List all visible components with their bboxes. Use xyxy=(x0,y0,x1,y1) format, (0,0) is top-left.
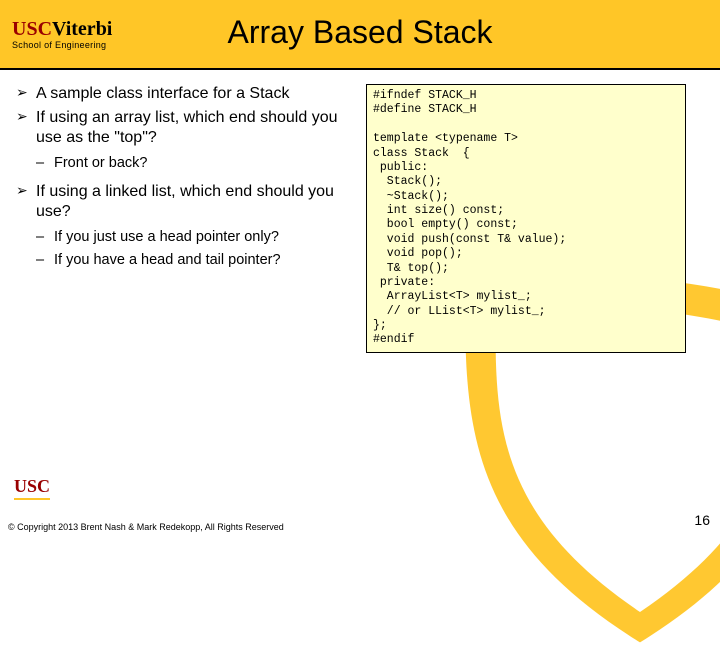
page-number: 16 xyxy=(694,512,710,528)
slide-title: Array Based Stack xyxy=(0,14,720,51)
bullet-2: If using an array list, which end should… xyxy=(16,108,356,174)
bullet-2-text: If using an array list, which end should… xyxy=(36,109,338,146)
copyright: © Copyright 2013 Brent Nash & Mark Redek… xyxy=(8,522,284,532)
code-box: #ifndef STACK_H #define STACK_H template… xyxy=(366,84,686,353)
header-bar: USCViterbi School of Engineering Array B… xyxy=(0,0,720,68)
bullet-1: A sample class interface for a Stack xyxy=(16,84,356,104)
bullets-column: A sample class interface for a Stack If … xyxy=(16,84,356,279)
footer-logo: USC xyxy=(14,476,50,500)
bullet-3-sub-1: If you just use a head pointer only? xyxy=(36,228,356,248)
bullet-3-sub-2: If you have a head and tail pointer? xyxy=(36,251,356,271)
bullet-3-text: If using a linked list, which end should… xyxy=(36,183,334,220)
bullet-3: If using a linked list, which end should… xyxy=(16,182,356,271)
bullet-2-sub-1: Front or back? xyxy=(36,154,356,174)
content-area: A sample class interface for a Stack If … xyxy=(0,70,720,353)
